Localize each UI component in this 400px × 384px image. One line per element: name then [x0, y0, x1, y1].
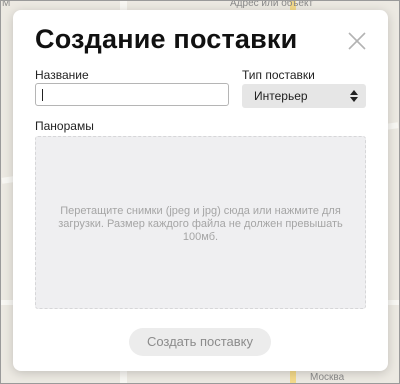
panoramas-label: Панорамы [35, 119, 94, 133]
delivery-type-label: Тип поставки [242, 68, 315, 82]
map-label-bottom: Москва [310, 372, 345, 383]
delivery-type-select[interactable]: Интерьер [242, 84, 366, 108]
name-input[interactable] [35, 83, 229, 106]
close-icon[interactable] [346, 30, 368, 52]
delivery-type-value: Интерьер [254, 89, 308, 103]
create-delivery-button[interactable]: Создать поставку [129, 328, 271, 356]
panoramas-dropzone[interactable]: Перетащите снимки (jpeg и jpg) сюда или … [35, 136, 366, 309]
sort-arrows-icon [350, 90, 358, 102]
text-cursor [42, 89, 43, 101]
name-label: Название [35, 68, 89, 82]
dropzone-hint: Перетащите снимки (jpeg и jpg) сюда или … [58, 205, 343, 243]
map-label-top: Адрес или объект [230, 0, 314, 9]
create-delivery-dialog: Создание поставки Название Тип поставки … [13, 10, 388, 371]
map-label-top-left: М [2, 0, 11, 9]
dialog-title: Создание поставки [35, 24, 298, 54]
